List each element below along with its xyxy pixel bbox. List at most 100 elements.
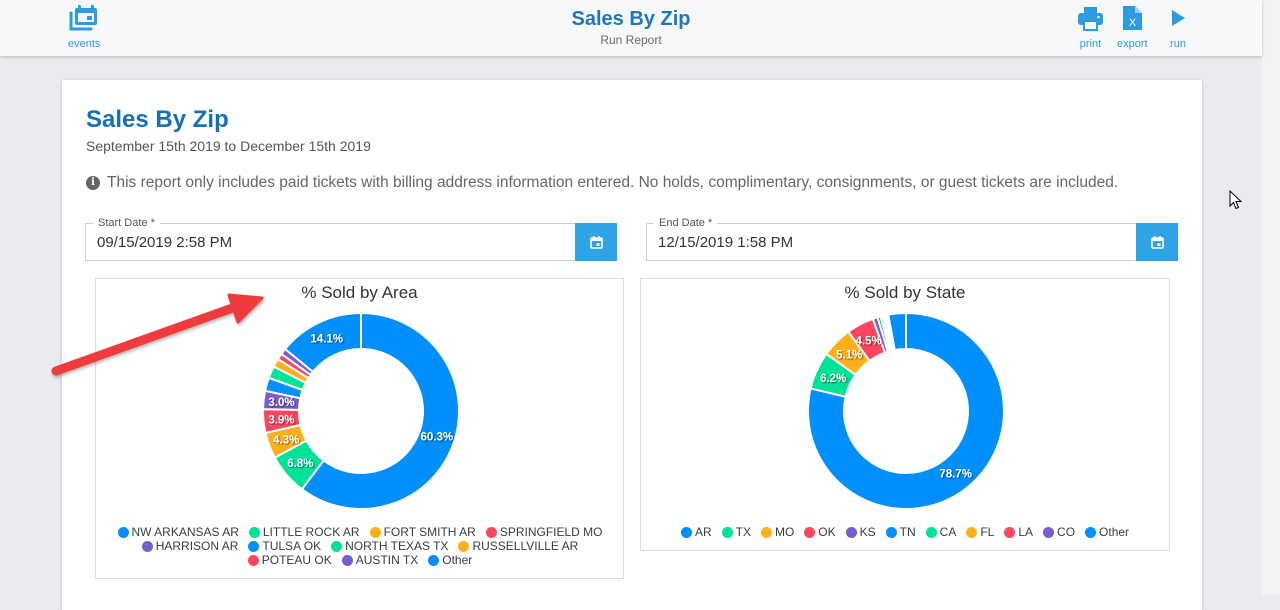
state-donut: 78.7% 6.2% 5.1% 4.5% bbox=[807, 311, 1005, 510]
legend-marker bbox=[485, 526, 497, 538]
slice-label-ok: 4.5% bbox=[855, 335, 881, 347]
legend-marker bbox=[369, 526, 381, 538]
slice-label-harrison-ar: 3.0% bbox=[268, 397, 294, 409]
slice-label-mo: 5.1% bbox=[836, 350, 862, 362]
legend-item-poteau-ok[interactable]: POTEAU OK bbox=[247, 553, 332, 567]
legend-marker bbox=[804, 526, 816, 538]
legend-label: POTEAU OK bbox=[261, 553, 332, 567]
legend-label: RUSSELLVILLE AR bbox=[472, 539, 579, 553]
legend-marker bbox=[1004, 526, 1016, 538]
legend-marker bbox=[760, 526, 772, 538]
legend-item-la[interactable]: LA bbox=[1004, 525, 1033, 539]
end-date-picker-button[interactable] bbox=[1136, 223, 1178, 261]
legend-marker bbox=[1085, 526, 1097, 538]
legend-item-fort-smith-ar[interactable]: FORT SMITH AR bbox=[369, 525, 476, 539]
end-date-input[interactable] bbox=[658, 234, 1118, 252]
legend-item-co[interactable]: CO bbox=[1043, 525, 1075, 539]
legend-label: TN bbox=[899, 525, 916, 539]
events-button[interactable]: events bbox=[68, 5, 100, 50]
legend-marker bbox=[885, 526, 897, 538]
slice-label-tx: 6.2% bbox=[820, 373, 846, 385]
area-chart: % Sold by Area 60.3% 6.8% 4.3% 3.9% 3.0% 14.1… bbox=[95, 278, 624, 579]
legend-item-other[interactable]: Other bbox=[1085, 525, 1129, 539]
legend-label: HARRISON AR bbox=[155, 539, 239, 553]
legend-label: TX bbox=[735, 525, 751, 539]
legend-label: MO bbox=[774, 525, 795, 539]
legend-label: FORT SMITH AR bbox=[383, 525, 476, 539]
legend-marker bbox=[247, 554, 259, 566]
legend-label: AR bbox=[694, 525, 712, 539]
legend-item-mo[interactable]: MO bbox=[760, 525, 795, 539]
header-title: Sales By Zip bbox=[571, 8, 691, 30]
slice-label-springfield-mo: 3.9% bbox=[268, 414, 294, 426]
legend-marker bbox=[341, 554, 353, 566]
legend-marker bbox=[1043, 526, 1055, 538]
legend-label: FL bbox=[980, 525, 995, 539]
calendar-multiple-icon bbox=[69, 5, 98, 31]
legend-label: AUSTIN TX bbox=[355, 553, 419, 567]
area-chart-legend: NW ARKANSAS AR LITTLE ROCK AR FORT SMITH A… bbox=[110, 525, 610, 567]
legend-item-ks[interactable]: KS bbox=[845, 525, 876, 539]
legend-item-ok[interactable]: OK bbox=[804, 525, 836, 539]
legend-label: Other bbox=[1099, 525, 1130, 539]
legend-item-springfield-mo[interactable]: SPRINGFIELD MO bbox=[485, 525, 603, 539]
legend-item-harrison-ar[interactable]: HARRISON AR bbox=[141, 539, 239, 553]
legend-item-tulsa-ok[interactable]: TULSA OK bbox=[248, 539, 321, 553]
end-date-label: End Date * bbox=[654, 217, 718, 229]
page-scrollbar[interactable] bbox=[1262, 0, 1280, 595]
export-button[interactable]: X export bbox=[1117, 5, 1148, 50]
events-label: events bbox=[68, 38, 101, 50]
start-date-picker-button[interactable] bbox=[575, 223, 617, 261]
legend-item-ar[interactable]: AR bbox=[680, 525, 712, 539]
legend-label: NW ARKANSAS AR bbox=[131, 525, 239, 539]
area-donut: 60.3% 6.8% 4.3% 3.9% 3.0% 14.1% bbox=[261, 311, 460, 510]
app-header: events Sales By Zip Run Report print X e… bbox=[0, 0, 1262, 56]
legend-marker bbox=[428, 554, 440, 566]
export-label: export bbox=[1117, 38, 1148, 50]
legend-label: SPRINGFIELD MO bbox=[499, 525, 603, 539]
state-chart: % Sold by State 78.7% 6.2% 5.1% 4.5% AR TX MO… bbox=[640, 278, 1170, 551]
slice-label-nw-arkansas-ar: 60.3% bbox=[421, 431, 454, 443]
excel-file-icon: X bbox=[1123, 6, 1143, 30]
legend-marker bbox=[925, 526, 937, 538]
start-date-field: Start Date * bbox=[85, 217, 617, 261]
report-title: Sales By Zip bbox=[86, 106, 229, 133]
slice-label-ar: 78.7% bbox=[939, 469, 972, 481]
legend-item-russellville-ar[interactable]: RUSSELLVILLE AR bbox=[458, 539, 578, 553]
info-circle-icon: i bbox=[86, 175, 100, 190]
legend-marker bbox=[845, 526, 857, 538]
legend-marker bbox=[248, 540, 260, 552]
legend-label: Other bbox=[442, 553, 473, 567]
legend-label: NORTH TEXAS TX bbox=[345, 539, 449, 553]
legend-item-other[interactable]: Other bbox=[428, 553, 472, 567]
legend-item-ca[interactable]: CA bbox=[925, 525, 957, 539]
play-icon bbox=[1172, 10, 1185, 26]
legend-item-fl[interactable]: FL bbox=[966, 525, 994, 539]
legend-marker bbox=[680, 526, 692, 538]
start-date-input[interactable] bbox=[97, 234, 557, 252]
mouse-cursor-icon bbox=[1229, 190, 1243, 210]
legend-marker bbox=[141, 540, 153, 552]
legend-item-nw-arkansas-ar[interactable]: NW ARKANSAS AR bbox=[117, 525, 239, 539]
legend-item-little-rock-ar[interactable]: LITTLE ROCK AR bbox=[248, 525, 360, 539]
run-label: run bbox=[1170, 38, 1186, 50]
state-chart-legend: AR TX MO OK KS TN CA FL LA CO Other bbox=[655, 525, 1155, 539]
calendar-icon bbox=[589, 235, 603, 249]
legend-label: CO bbox=[1057, 525, 1076, 539]
legend-item-tx[interactable]: TX bbox=[721, 525, 751, 539]
legend-item-tn[interactable]: TN bbox=[885, 525, 916, 539]
print-button[interactable]: print bbox=[1077, 5, 1104, 50]
legend-marker bbox=[721, 526, 733, 538]
header-subtitle: Run Report bbox=[600, 33, 662, 47]
legend-item-north-texas-tx[interactable]: NORTH TEXAS TX bbox=[331, 539, 448, 553]
legend-label: CA bbox=[939, 525, 957, 539]
svg-text:X: X bbox=[1129, 17, 1137, 29]
slice-label-little-rock-ar: 6.8% bbox=[287, 458, 313, 470]
report-date-range: September 15th 2019 to December 15th 201… bbox=[86, 138, 371, 154]
legend-marker bbox=[331, 540, 343, 552]
printer-icon bbox=[1078, 7, 1103, 31]
run-button[interactable]: run bbox=[1168, 5, 1188, 50]
legend-label: KS bbox=[859, 525, 876, 539]
legend-item-austin-tx[interactable]: AUSTIN TX bbox=[341, 553, 419, 567]
legend-marker bbox=[117, 526, 129, 538]
